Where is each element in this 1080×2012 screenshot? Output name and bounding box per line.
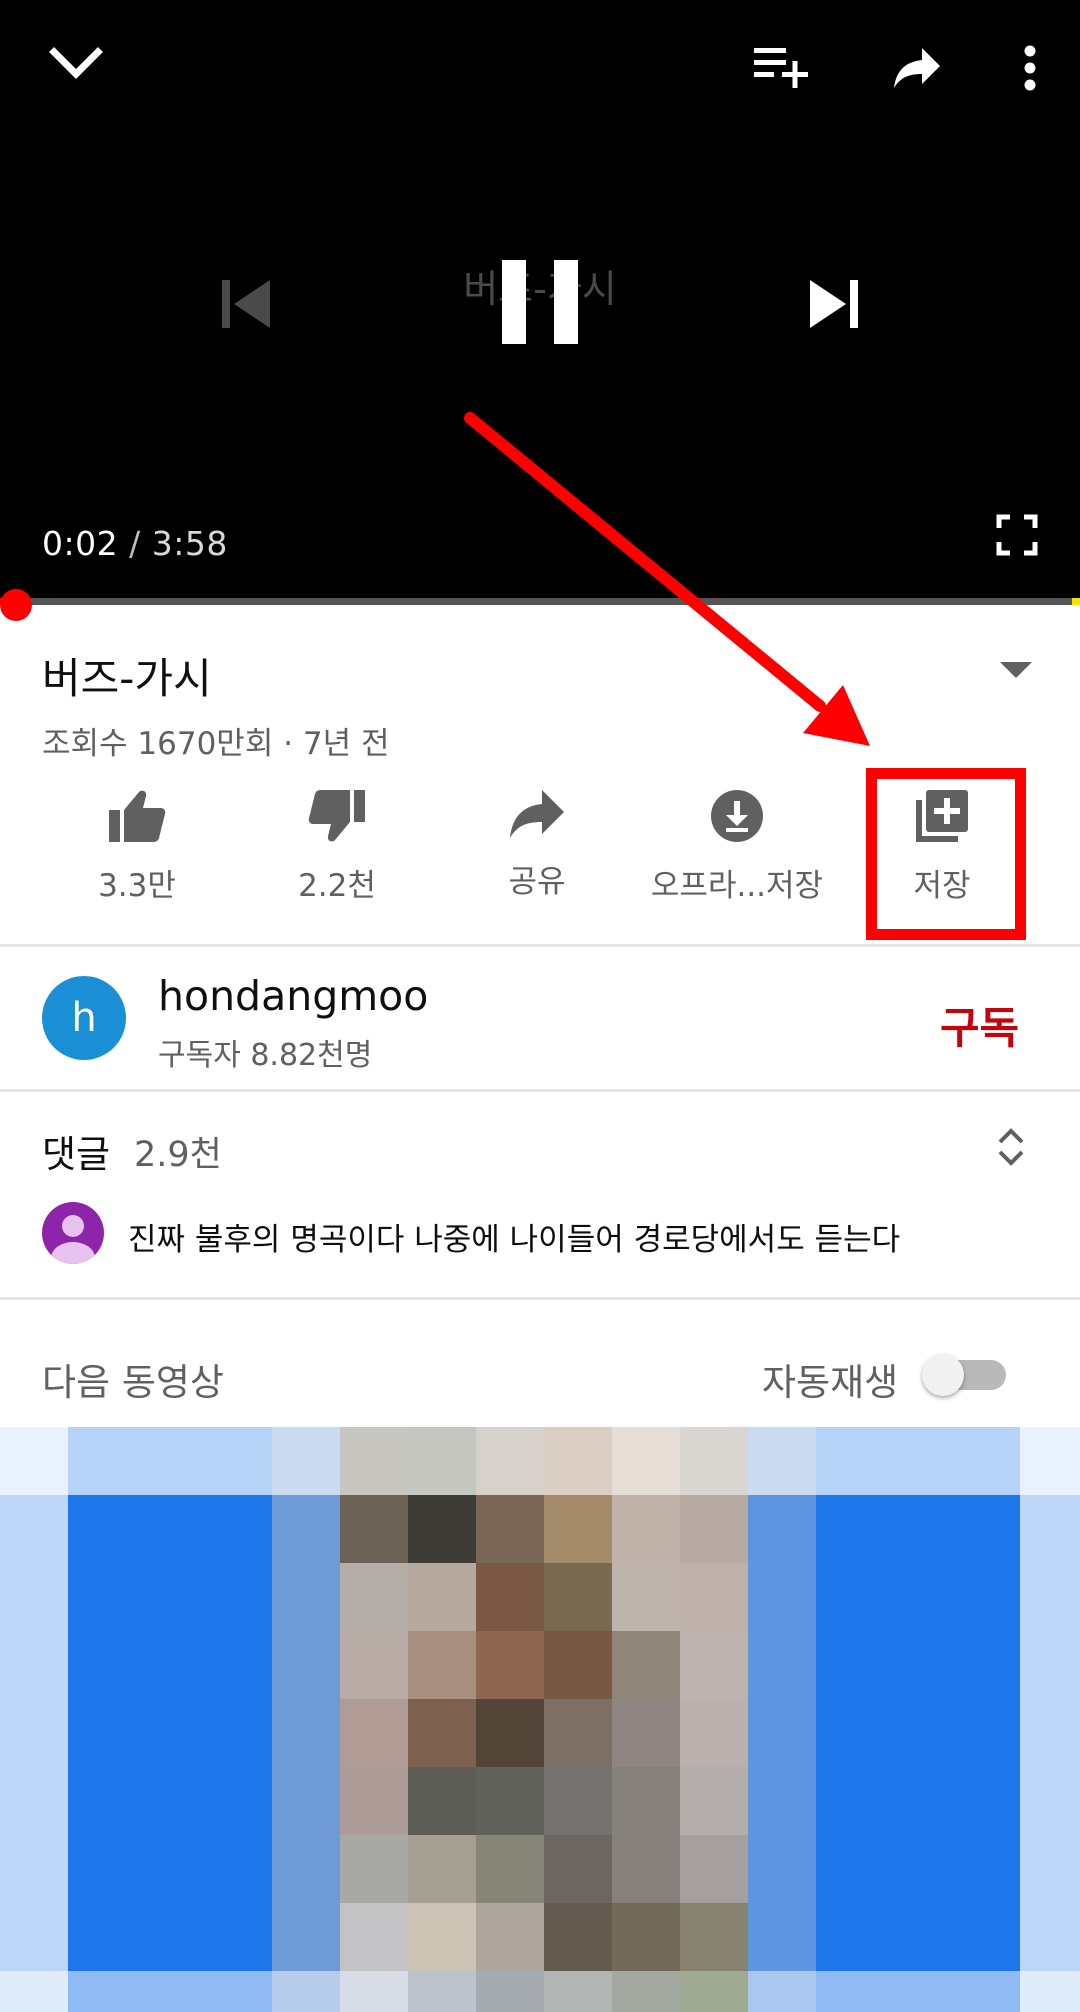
subscriber-count: 구독자 8.82천명	[158, 1038, 373, 1073]
progress-buffer-marker	[1072, 598, 1080, 605]
add-to-queue-icon[interactable]	[752, 44, 812, 90]
fullscreen-icon[interactable]	[996, 514, 1038, 556]
download-button[interactable]: 오프라...저장	[637, 788, 837, 918]
up-next-label: 다음 동영상	[42, 1361, 224, 1404]
autoplay-toggle-knob	[922, 1354, 964, 1396]
channel-avatar[interactable]: h	[42, 976, 126, 1060]
thumb-up-icon	[109, 790, 166, 842]
channel-name[interactable]: hondangmoo	[158, 972, 428, 1020]
download-icon	[711, 790, 763, 842]
share-icon[interactable]	[892, 46, 942, 90]
unfold-more-icon[interactable]	[996, 1126, 1026, 1168]
skip-previous-icon[interactable]	[220, 278, 272, 330]
autoplay-toggle[interactable]	[922, 1354, 1010, 1396]
download-label: 오프라...저장	[650, 868, 824, 904]
dislike-count: 2.2천	[298, 868, 376, 904]
progress-track[interactable]	[0, 598, 1080, 605]
thumb-down-icon	[308, 790, 365, 842]
divider	[0, 1089, 1080, 1092]
video-duration: 3:58	[151, 524, 228, 563]
autoplay-label: 자동재생	[762, 1361, 899, 1404]
subscribe-button[interactable]: 구독	[940, 994, 1019, 1056]
comments-count: 2.9천	[134, 1135, 222, 1175]
up-next-video-thumbnail[interactable]	[0, 1427, 1080, 2012]
like-button[interactable]: 3.3만	[37, 788, 237, 918]
current-time: 0:02	[42, 524, 119, 563]
dislike-button[interactable]: 2.2천	[237, 788, 437, 918]
share-button[interactable]: 공유	[437, 788, 637, 918]
share-icon	[510, 790, 564, 838]
skip-next-icon[interactable]	[808, 278, 860, 330]
progress-scrubber[interactable]	[0, 589, 32, 621]
annotation-highlight-box	[866, 768, 1026, 940]
pause-icon[interactable]	[500, 258, 580, 346]
more-vert-icon[interactable]	[1018, 44, 1042, 92]
video-meta: 조회수 1670만회 · 7년 전	[42, 726, 390, 762]
person-icon	[51, 1215, 95, 1264]
time-display: 0:02 / 3:58	[42, 524, 228, 563]
comments-heading: 댓글	[42, 1133, 111, 1176]
like-count: 3.3만	[98, 868, 176, 904]
divider	[0, 1297, 1080, 1300]
video-player[interactable]: 버즈-가시 0:02 / 3:58	[0, 0, 1080, 602]
top-comment-text: 진짜 불후의 명곡이다 나중에 나이들어 경로당에서도 듣는다	[128, 1222, 901, 1258]
video-title[interactable]: 버즈-가시	[42, 645, 212, 706]
divider	[0, 944, 1080, 947]
expand-description-icon[interactable]	[998, 660, 1034, 680]
chevron-down-icon[interactable]	[48, 44, 104, 84]
commenter-avatar	[42, 1202, 104, 1264]
share-label: 공유	[508, 864, 566, 900]
time-separator: /	[118, 524, 152, 563]
